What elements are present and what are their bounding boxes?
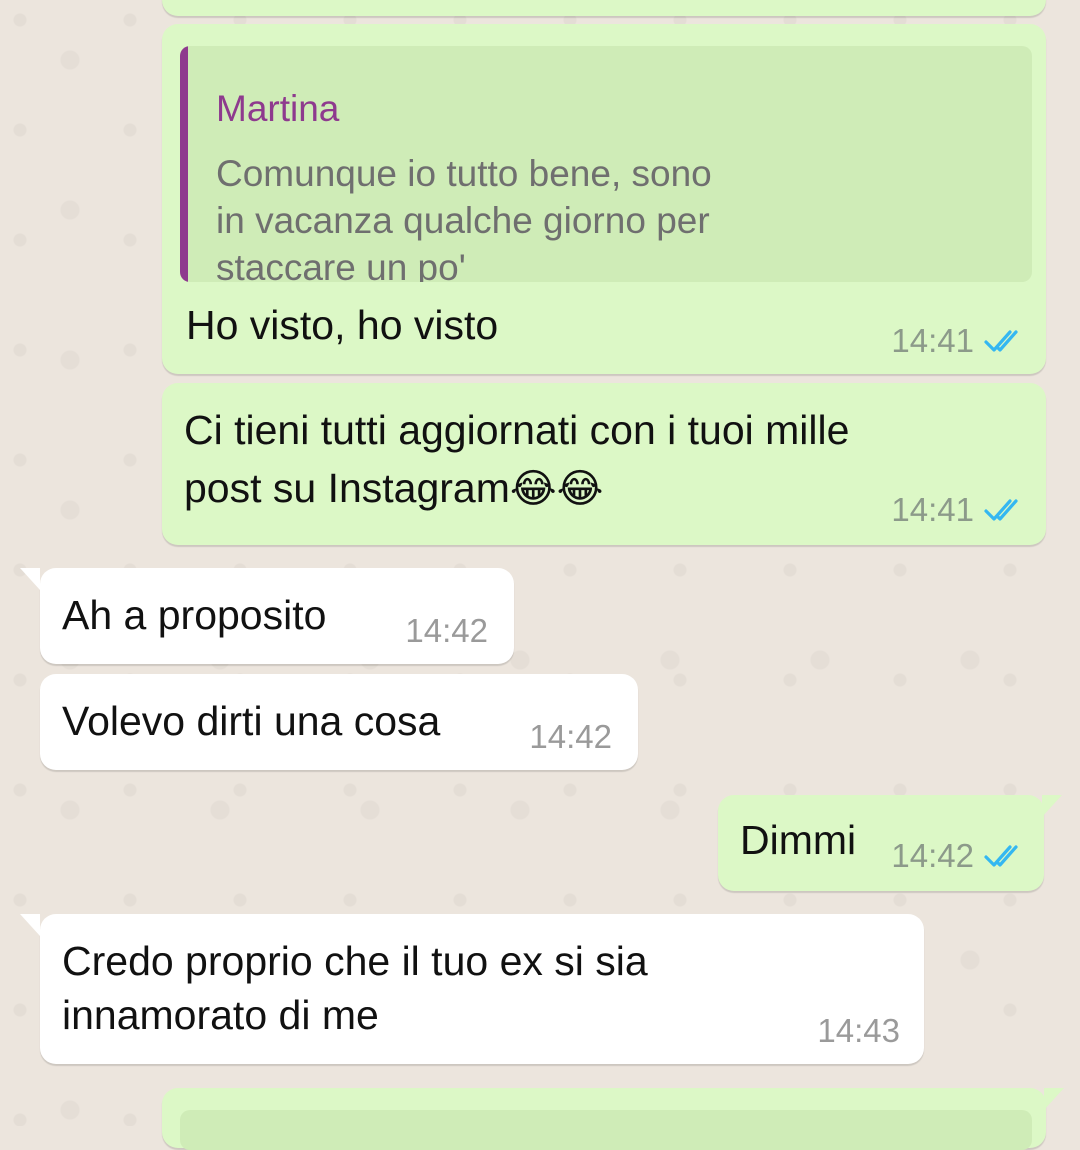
message-meta: 14:42 <box>529 718 612 756</box>
message-text: Volevo dirti una cosa <box>62 698 441 744</box>
message-text-line-1: Ci tieni tutti aggiornati con i tuoi mil… <box>184 407 850 453</box>
double-check-icon <box>984 330 1018 352</box>
quote-author: Martina <box>216 88 340 129</box>
message-time: 14:42 <box>405 612 488 649</box>
message-bubble-partial-top[interactable] <box>162 0 1046 16</box>
message-text-line-2: innamorato di me <box>62 992 379 1038</box>
message-time: 14:43 <box>817 1012 900 1049</box>
message-text-line-2: post su Instagram😂😂 <box>184 459 603 518</box>
message-bubble-incoming[interactable]: Credo proprio che il tuo ex si sia innam… <box>20 914 924 1064</box>
message-text-line-2-text: post su Instagram <box>184 465 510 511</box>
quoted-message[interactable]: Martina Comunque io tutto bene, sono in … <box>180 46 1032 282</box>
quoted-message-partial <box>180 1110 1032 1150</box>
message-time: 14:42 <box>891 837 974 874</box>
message-meta: 14:41 <box>891 491 1024 529</box>
message-meta: 14:42 <box>405 612 488 650</box>
double-check-icon <box>984 845 1018 867</box>
message-meta: 14:43 <box>817 1012 900 1050</box>
message-bubble-incoming[interactable]: Volevo dirti una cosa 14:42 <box>40 674 638 770</box>
message-bubble-incoming[interactable]: Ah a proposito 14:42 <box>20 568 514 664</box>
message-bubble-outgoing[interactable]: Ci tieni tutti aggiornati con i tuoi mil… <box>162 383 1046 545</box>
message-time: 14:42 <box>529 718 612 755</box>
message-time: 14:41 <box>891 491 974 528</box>
laughing-emoji-icon: 😂😂 <box>509 466 604 512</box>
message-text: Ho visto, ho visto <box>186 302 499 348</box>
double-check-icon <box>984 499 1018 521</box>
message-meta: 14:41 <box>891 322 1024 360</box>
message-bubble-outgoing[interactable]: Martina Comunque io tutto bene, sono in … <box>162 24 1046 374</box>
message-bubble-outgoing[interactable]: Dimmi 14:42 <box>718 795 1062 891</box>
message-bubble-partial-bottom[interactable] <box>162 1088 1064 1150</box>
message-text-line-1: Credo proprio che il tuo ex si sia <box>62 938 648 984</box>
quote-accent-bar <box>180 46 188 282</box>
message-text: Dimmi <box>740 817 857 863</box>
quote-text: Comunque io tutto bene, sono in vacanza … <box>216 153 712 282</box>
message-meta: 14:42 <box>891 837 1024 875</box>
message-time: 14:41 <box>891 322 974 359</box>
message-text: Ah a proposito <box>62 592 327 638</box>
